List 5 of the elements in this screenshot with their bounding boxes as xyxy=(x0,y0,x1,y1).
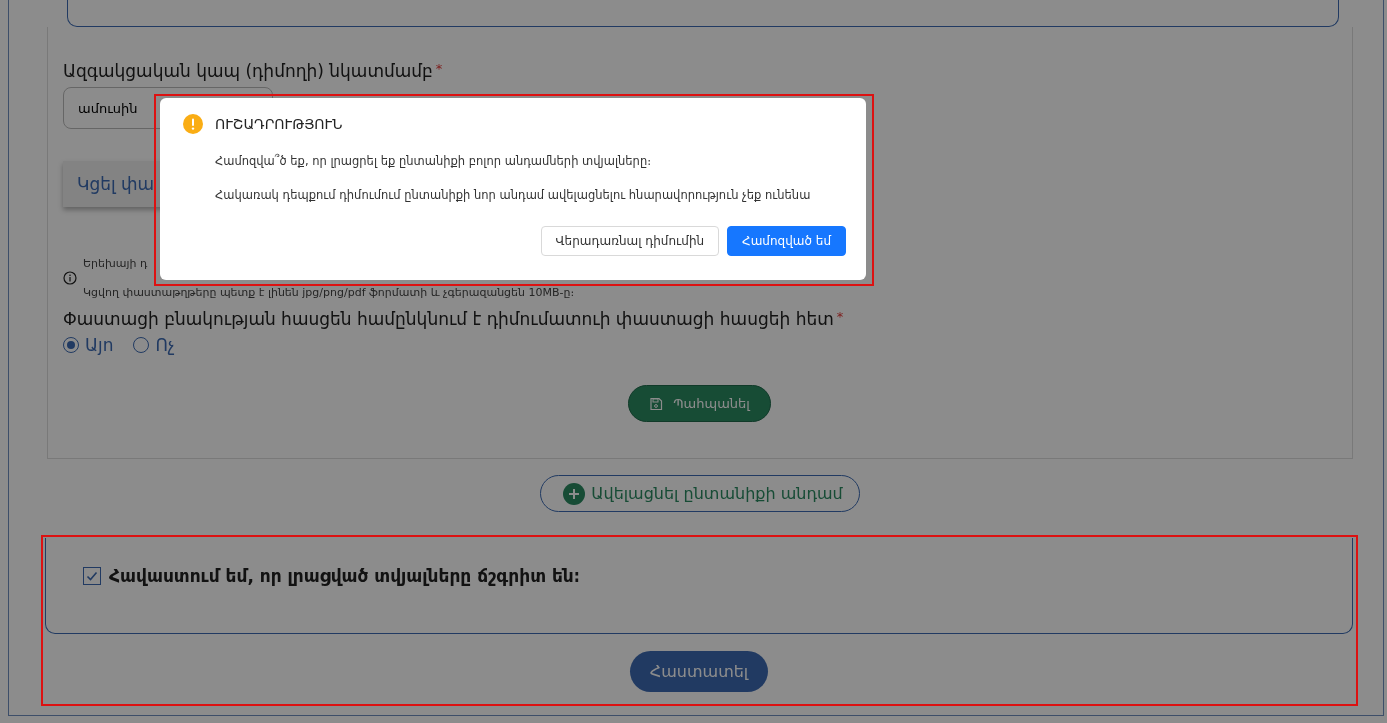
info-text: Երեխայի դ xyxy=(83,257,149,270)
dialog-title: ՈՒՇԱԴՐՈՒԹՅՈՒՆ xyxy=(215,116,343,132)
info-text: Կցվող փաստաթղթերը պետք է լինեն jpg/png/pdf ֆորմատի և չգերազանցեն 10MB-ը։ xyxy=(83,286,575,299)
field-label: Ազգակցական կապ (դիմողի) նկատմամբ * xyxy=(63,61,443,81)
question-label: Փաստացի բնակության հասցեն համընկնում է դիմումատուի փաստացի հասցեի հետ * xyxy=(63,309,844,329)
